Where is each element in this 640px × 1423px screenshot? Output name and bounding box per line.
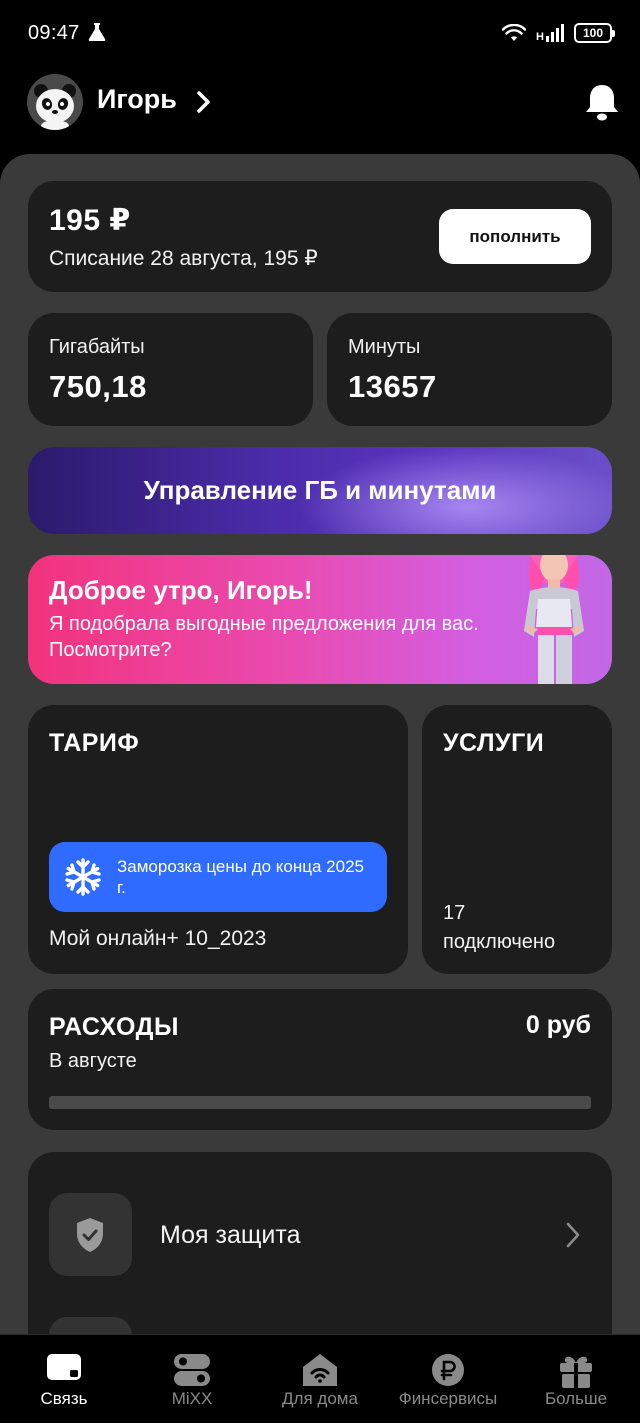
- tab-label: MiXX: [171, 1389, 213, 1408]
- tab-label: Для дома: [282, 1389, 358, 1408]
- gigabytes-value: 750,18: [49, 369, 147, 404]
- header: Игорь: [0, 66, 640, 154]
- assistant-avatar-image: [524, 555, 584, 684]
- main-content[interactable]: 195 ₽ Списание 28 августа, 195 ₽ пополни…: [0, 154, 640, 1334]
- services-title: УСЛУГИ: [443, 729, 545, 757]
- topup-button[interactable]: пополнить: [439, 209, 591, 264]
- tab-label: Связь: [40, 1389, 88, 1408]
- minutes-value: 13657: [348, 369, 437, 404]
- promo-title: Доброе утро, Игорь!: [49, 575, 313, 605]
- sim-card-icon: [47, 1354, 81, 1380]
- status-bar: 09:47 H 100: [0, 0, 640, 66]
- menu-item-label: Моя защита: [160, 1221, 301, 1249]
- balance-amount: 195 ₽: [49, 204, 131, 237]
- expenses-period: В августе: [49, 1050, 137, 1072]
- tab-label: Больше: [544, 1389, 608, 1408]
- signal-icon: [546, 24, 564, 42]
- snowflake-icon: [65, 858, 101, 896]
- ruble-icon: [432, 1354, 464, 1386]
- home-wifi-icon: [303, 1354, 337, 1386]
- minutes-label: Минуты: [348, 336, 421, 358]
- services-card[interactable]: УСЛУГИ 17 подключено: [422, 705, 612, 974]
- gigabytes-card[interactable]: Гигабайты 750,18: [28, 313, 313, 426]
- price-freeze-text: Заморозка цены до конца 2025 г.: [117, 857, 364, 897]
- expenses-title: РАСХОДЫ: [49, 1013, 179, 1041]
- bell-icon[interactable]: [584, 82, 620, 122]
- battery-indicator: 100: [574, 23, 615, 43]
- status-time: 09:47: [28, 22, 80, 44]
- mixx-icon: [174, 1354, 210, 1386]
- user-name[interactable]: Игорь: [97, 84, 177, 115]
- flask-icon: [88, 23, 106, 41]
- tariff-card[interactable]: ТАРИФ Заморозка цены до конца 2025 г. Мо…: [28, 705, 408, 974]
- network-type: H: [536, 31, 544, 43]
- price-freeze-badge[interactable]: Заморозка цены до конца 2025 г.: [49, 842, 387, 912]
- expenses-amount: 0 руб: [525, 1011, 591, 1039]
- avatar[interactable]: [27, 74, 83, 130]
- chevron-right-icon[interactable]: [196, 90, 212, 114]
- tab-finservices[interactable]: Финсервисы: [384, 1335, 512, 1423]
- expenses-progress-bar: [49, 1096, 591, 1109]
- services-count-label: подключено: [443, 931, 556, 953]
- tariff-title: ТАРИФ: [49, 729, 140, 757]
- promo-text: Я подобрала выгодные предложения для вас…: [49, 613, 479, 661]
- manage-gb-minutes-button[interactable]: Управление ГБ и минутами: [28, 447, 612, 534]
- minutes-card[interactable]: Минуты 13657: [327, 313, 612, 426]
- tab-more[interactable]: Больше: [512, 1335, 640, 1423]
- chevron-right-icon: [566, 1222, 580, 1248]
- menu-card: Моя защита: [28, 1152, 612, 1334]
- promo-banner[interactable]: Доброе утро, Игорь! Я подобрала выгодные…: [28, 555, 612, 684]
- charge-note: Списание 28 августа, 195 ₽: [49, 247, 318, 270]
- expenses-card[interactable]: РАСХОДЫ 0 руб В августе: [28, 989, 612, 1130]
- tariff-name: Мой онлайн+ 10_2023: [49, 927, 267, 950]
- tab-label: Финсервисы: [398, 1389, 498, 1408]
- tab-mixx[interactable]: MiXX: [128, 1335, 256, 1423]
- services-count-number: 17: [443, 902, 466, 924]
- tab-svyaz[interactable]: Связь: [0, 1335, 128, 1423]
- panda-avatar-icon: [27, 74, 83, 130]
- menu-icon-box: [49, 1193, 132, 1276]
- tab-home[interactable]: Для дома: [256, 1335, 384, 1423]
- menu-icon-box-partial: [49, 1317, 132, 1334]
- gift-icon: [560, 1356, 592, 1388]
- wifi-icon: [502, 24, 527, 41]
- shield-check-icon: [77, 1218, 103, 1252]
- bottom-tab-bar: Связь MiXX Для дома Финсервисы Больше: [0, 1334, 640, 1423]
- gigabytes-label: Гигабайты: [49, 336, 145, 358]
- balance-card[interactable]: 195 ₽ Списание 28 августа, 195 ₽ пополни…: [28, 181, 612, 292]
- services-count: 17 подключено: [443, 899, 555, 957]
